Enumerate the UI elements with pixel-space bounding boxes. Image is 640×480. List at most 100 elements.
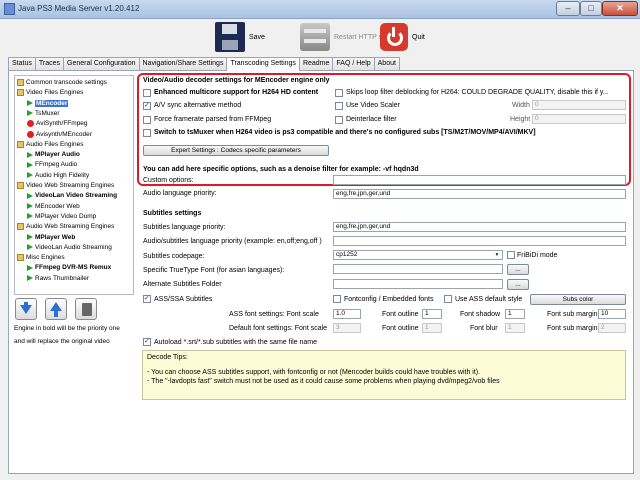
tree-item[interactable]: MPlayer Video Dump — [27, 212, 96, 221]
move-up-button[interactable] — [45, 298, 67, 320]
tree-item-label: Raws Thumbnailer — [35, 274, 90, 282]
tab-status[interactable]: Status — [8, 57, 36, 70]
subs-lang-priority-field[interactable]: eng,fre,jpn,ger,und — [333, 222, 626, 232]
tab-general-configuration[interactable]: General Configuration — [63, 57, 140, 70]
folder-browse-button[interactable]: ... — [507, 279, 529, 290]
title-bar: Java PS3 Media Server v1.20.412 – □ ✕ — [0, 0, 640, 19]
play-icon — [27, 100, 33, 107]
tsmuxer-switch-checkbox[interactable] — [143, 129, 151, 137]
ass-font-scale-field[interactable]: 1.0 — [333, 309, 361, 319]
tree-item[interactable]: FFmpeg DVR-MS Remux — [27, 263, 111, 272]
tab-bar: Status Traces General Configuration Navi… — [8, 57, 400, 71]
tab-about[interactable]: About — [373, 57, 400, 70]
ass-font-outline-field[interactable]: 1 — [422, 309, 442, 319]
minimize-button[interactable]: – — [556, 1, 580, 16]
autoload-subs-checkbox[interactable] — [143, 337, 151, 346]
audio-priority-field[interactable]: eng,fre,jpn,ger,und — [333, 189, 626, 199]
engine-tree[interactable]: Common transcode settings Video Files Eng… — [14, 75, 134, 295]
tree-item[interactable]: Audio High Fidelity — [27, 171, 89, 180]
subs-codepage-select[interactable]: cp1252 ▼ — [333, 250, 503, 260]
tab-navigation-share-settings[interactable]: Navigation/Share Settings — [138, 57, 228, 70]
custom-options-field[interactable] — [333, 175, 626, 185]
tree-item-label: MPlayer Web — [35, 233, 76, 241]
av-sync-checkbox[interactable] — [143, 101, 151, 110]
default-font-margin-field[interactable]: 2 — [598, 323, 626, 333]
stop-icon — [27, 130, 34, 138]
alt-subs-folder-label: Alternate Subtitles Folder — [143, 281, 222, 288]
default-font-scale-field[interactable]: 3 — [333, 323, 361, 333]
audio-subs-priority-label: Audio/subtitles language priority (examp… — [143, 238, 322, 245]
autoload-subs-label: Autoload *.srt/*.sub subtitles with the … — [154, 339, 318, 346]
width-label: Width — [512, 102, 530, 109]
tab-readme[interactable]: Readme — [298, 57, 334, 70]
decode-tips-title: Decode Tips: — [147, 354, 188, 361]
tree-item[interactable]: Video Web Streaming Engines — [17, 181, 114, 190]
ass-font-margin-label: Font sub margin — [547, 311, 598, 318]
play-icon — [27, 234, 33, 240]
font-browse-button[interactable]: ... — [507, 264, 529, 275]
tree-item[interactable]: Avisynth/MEncoder — [27, 130, 92, 139]
tree-item[interactable]: VideoLan Video Streaming — [27, 191, 117, 200]
save-button[interactable]: Save — [215, 21, 265, 53]
audio-subs-priority-field[interactable] — [333, 236, 626, 246]
skip-loop-filter-checkbox[interactable] — [335, 89, 343, 97]
folder-icon — [17, 79, 24, 86]
ass-font-shadow-field[interactable]: 1 — [505, 309, 525, 319]
ass-font-margin-field[interactable]: 10 — [598, 309, 626, 319]
expert-settings-button[interactable]: Expert Settings : Codecs specific parame… — [143, 145, 329, 156]
quit-button[interactable]: Quit — [380, 21, 425, 53]
power-icon — [380, 23, 408, 51]
force-framerate-checkbox[interactable] — [143, 116, 151, 124]
custom-options-title: You can add here specific options, such … — [143, 166, 419, 173]
stop-icon — [27, 120, 34, 128]
tree-item[interactable]: MEncoder — [27, 99, 69, 108]
tree-item[interactable]: FFmpeg Audio — [27, 160, 77, 169]
tree-item[interactable]: MEncoder Web — [27, 202, 80, 211]
chevron-down-icon: ▼ — [494, 252, 500, 258]
tree-item-label: MEncoder — [35, 99, 69, 107]
tree-item-label: Misc Engines — [26, 254, 65, 262]
tree-item[interactable]: MPlayer Audio — [27, 150, 80, 159]
maximize-button[interactable]: □ — [580, 1, 602, 16]
alt-subs-folder-field[interactable] — [333, 279, 503, 289]
video-scaler-checkbox[interactable] — [335, 102, 343, 110]
toggle-engine-button[interactable] — [75, 298, 97, 320]
ass-ssa-checkbox[interactable] — [143, 294, 151, 303]
server-icon — [300, 23, 330, 51]
tab-transcoding-settings[interactable]: Transcoding Settings — [226, 57, 300, 71]
close-button[interactable]: ✕ — [602, 1, 638, 16]
tree-item[interactable]: Common transcode settings — [17, 78, 107, 87]
use-ass-default-checkbox[interactable] — [444, 295, 452, 303]
subs-codepage-value: cp1252 — [336, 251, 358, 258]
default-font-blur-field[interactable]: 1 — [505, 323, 525, 333]
tab-faq-help[interactable]: FAQ / Help — [332, 57, 375, 70]
play-icon — [27, 244, 33, 251]
subs-color-button[interactable]: Subs color — [530, 294, 626, 305]
width-field[interactable]: 0 — [532, 100, 626, 110]
multicore-checkbox[interactable] — [143, 89, 151, 97]
move-down-button[interactable] — [15, 298, 37, 320]
fontconfig-checkbox[interactable] — [333, 295, 341, 303]
tab-traces[interactable]: Traces — [34, 57, 64, 70]
video-scaler-label: Use Video Scaler — [346, 102, 400, 109]
default-font-outline-field[interactable]: 1 — [422, 323, 442, 333]
folder-icon — [17, 254, 24, 262]
tree-item[interactable]: TsMuxer — [27, 109, 60, 118]
tree-item[interactable]: MPlayer Web — [27, 233, 75, 242]
play-icon — [27, 192, 33, 199]
tree-item[interactable]: AviSynth/FFmpeg — [27, 119, 88, 128]
tree-item[interactable]: Audio Files Engines — [17, 140, 83, 149]
tree-item[interactable]: VideoLan Audio Streaming — [27, 243, 112, 252]
tree-item-label: FFmpeg DVR-MS Remux — [35, 264, 112, 272]
tree-item[interactable]: Video Files Engines — [17, 88, 83, 97]
height-field[interactable]: 0 — [532, 114, 626, 124]
tree-item[interactable]: Raws Thumbnailer — [27, 274, 89, 283]
tree-item[interactable]: Audio Web Streaming Engines — [17, 222, 114, 231]
tree-item-label: Video Files Engines — [26, 89, 84, 97]
truetype-font-field[interactable] — [333, 264, 503, 274]
fribidi-checkbox[interactable] — [507, 251, 515, 259]
deinterlace-checkbox[interactable] — [335, 116, 343, 124]
tree-item[interactable]: Misc Engines — [17, 253, 65, 262]
ass-ssa-label: ASS/SSA Subtitles — [154, 296, 213, 303]
default-font-settings-label: Default font settings: Font scale — [229, 325, 328, 332]
